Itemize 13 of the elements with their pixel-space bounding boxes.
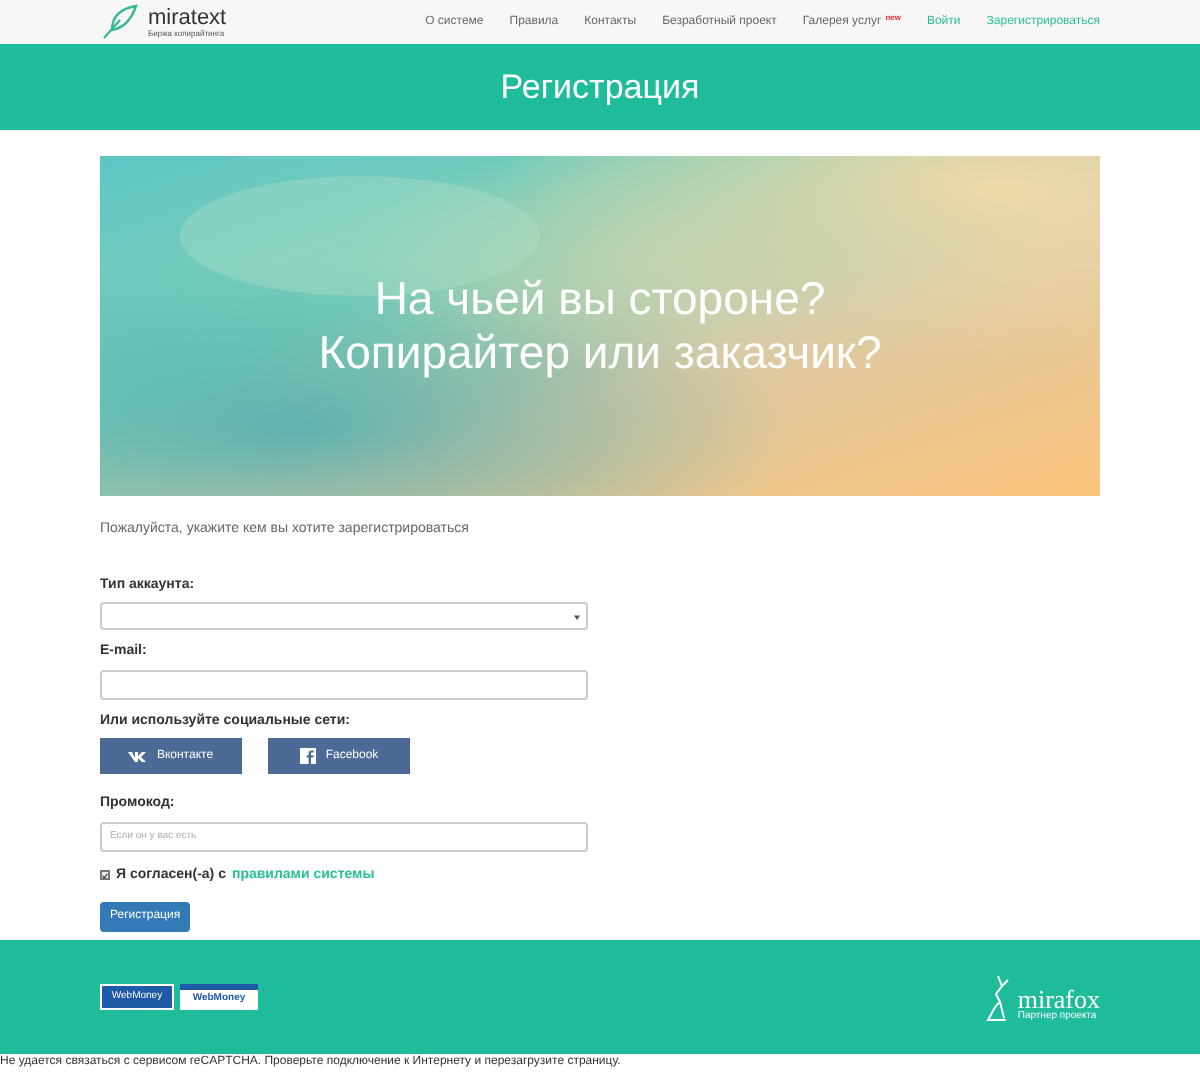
page-title: Регистрация <box>500 65 700 110</box>
logo-text: miratext <box>148 7 227 29</box>
banner-heading: На чьей вы стороне? <box>374 272 826 326</box>
email-field[interactable] <box>100 669 588 699</box>
account-type-select[interactable] <box>100 602 588 630</box>
facebook-icon <box>299 748 316 764</box>
banner-heading: Копирайтер или заказчик? <box>318 326 882 380</box>
caret-icon <box>574 613 580 619</box>
vk-icon <box>128 751 147 761</box>
fox-icon <box>985 973 1014 1021</box>
feather-icon <box>100 4 140 40</box>
partner-name: mirafox <box>1017 985 1100 1011</box>
agree-checkbox[interactable] <box>100 870 110 881</box>
